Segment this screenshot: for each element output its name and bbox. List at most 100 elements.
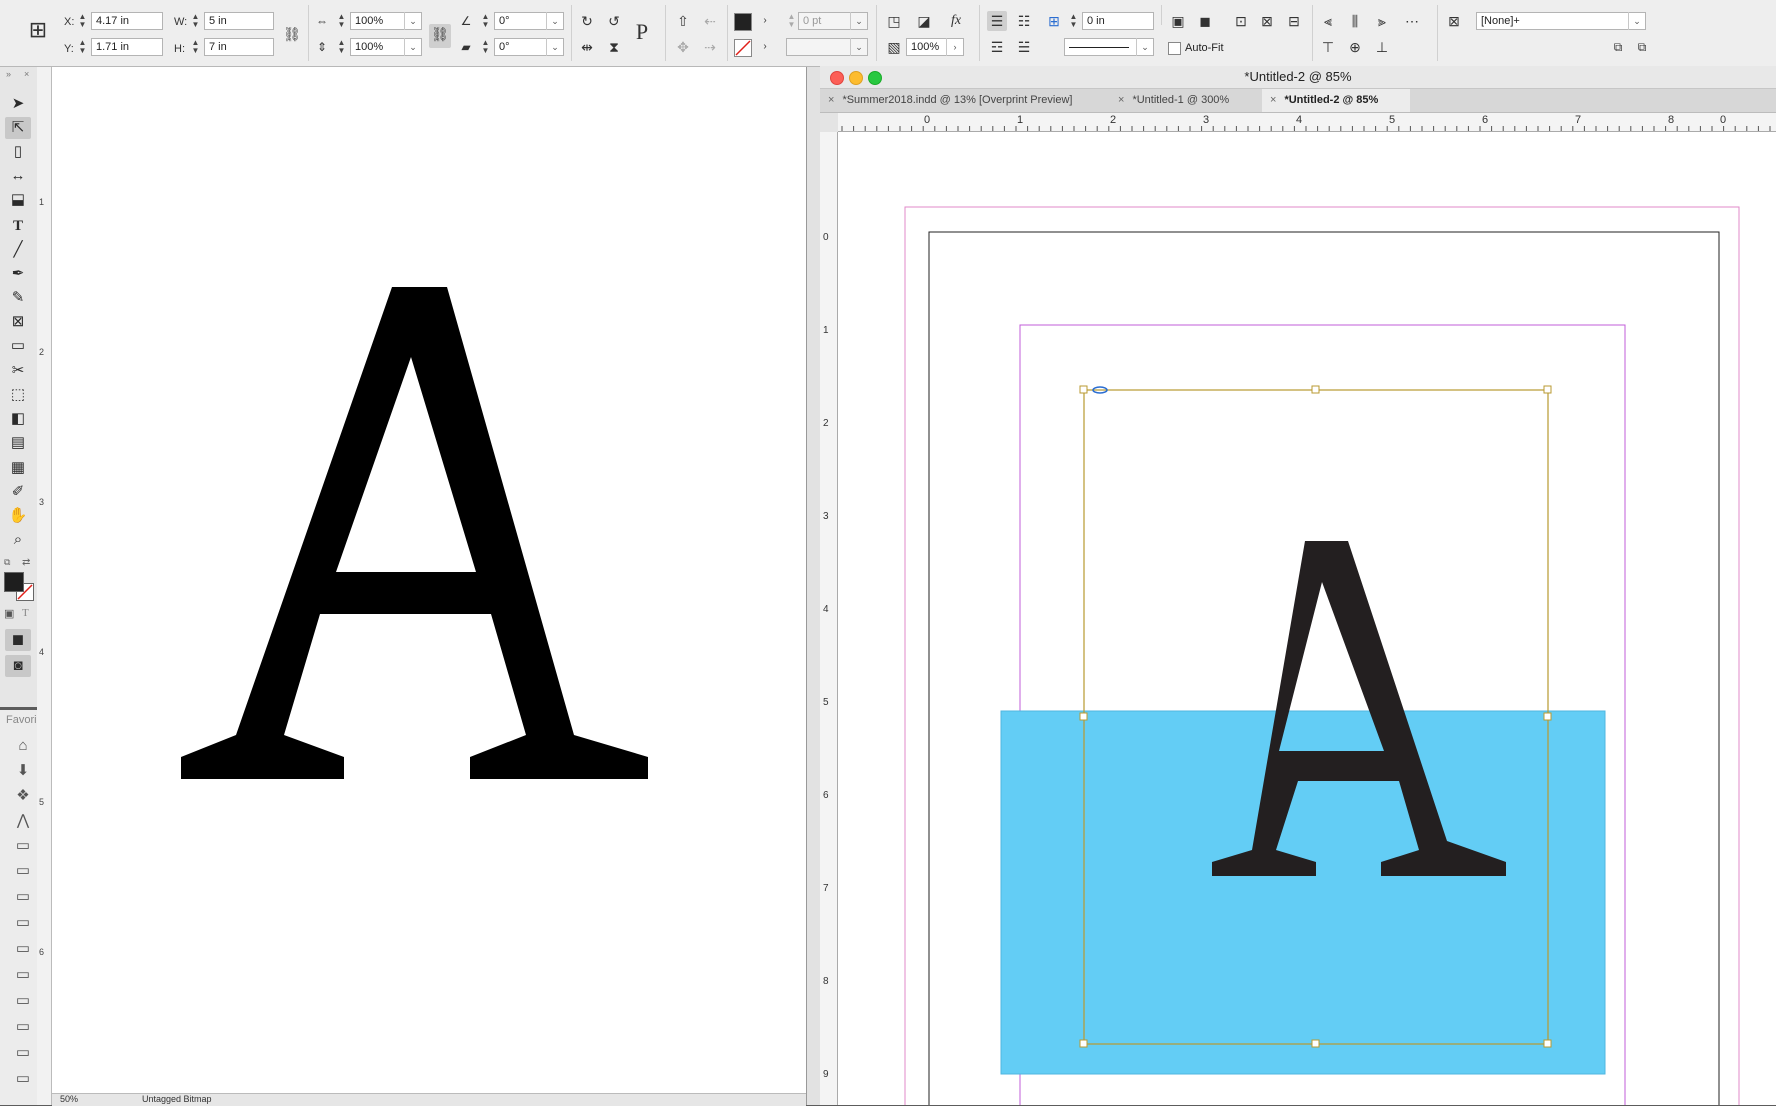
shear-field[interactable]: 0° ⌄ [494,38,564,56]
zoom-window-icon[interactable] [868,71,882,85]
hand-tool-icon[interactable]: ✋ [5,505,31,527]
shadow-box-icon[interactable]: ◪ [914,11,934,31]
scale-x-stepper-icon[interactable]: ▲ ▼ [336,13,347,31]
minimize-window-icon[interactable] [849,71,863,85]
align-bottom-edges-icon[interactable]: ⊥ [1372,37,1392,57]
folder-icon[interactable]: ▭ [10,964,36,986]
resize-handle[interactable] [1543,1039,1552,1048]
fit-proportionally-icon[interactable]: ⊟ [1284,11,1304,31]
chevron-down-icon[interactable]: ⌄ [404,12,421,30]
chevron-down-icon[interactable]: ⌄ [546,38,563,56]
free-transform-tool-icon[interactable]: ⬚ [5,384,31,406]
resize-handle[interactable] [1543,385,1552,394]
formatting-container-icon[interactable]: ▣ [4,607,14,620]
resize-handle[interactable] [1079,712,1088,721]
path-type-icon[interactable]: P [632,21,652,43]
collapse-panel-icon[interactable]: » [6,69,11,79]
scale-y-stepper-icon[interactable]: ▲ ▼ [336,39,347,57]
text-wrap-shape-icon[interactable]: ☲ [987,37,1007,57]
effects-fx-icon[interactable]: fx [946,11,966,31]
offset-field[interactable]: 0 in [1082,12,1154,30]
chevron-down-icon[interactable]: ⌄ [546,12,563,30]
object-style-icon[interactable]: ⊠ [1444,11,1464,31]
grid-columns-icon[interactable]: ⊞ [1044,11,1064,31]
pencil-tool-icon[interactable]: ✎ [5,287,31,309]
close-window-icon[interactable] [830,71,844,85]
glyph-a-large[interactable] [52,67,806,1093]
reference-point-icon[interactable]: ⊞ [24,19,52,48]
desktop-icon[interactable]: ▭ [10,835,36,857]
select-previous-icon[interactable]: ⇠ [700,11,720,31]
fill-swatch[interactable] [734,13,752,31]
folder-icon[interactable]: ▭ [10,1042,36,1064]
constrain-link-icon[interactable]: ⛓ [282,24,302,44]
close-panel-icon[interactable]: × [24,69,29,79]
text-wrap-none-icon[interactable]: ☰ [987,11,1007,31]
opacity-field[interactable]: 100% › [906,38,964,56]
tab-summer2018[interactable]: × *Summer2018.indd @ 13% [Overprint Previ… [820,89,1090,112]
folder-icon[interactable]: ▭ [10,860,36,882]
rotate-stepper-icon[interactable]: ▲ ▼ [480,13,491,31]
page-tool-icon[interactable]: ▯ [5,141,31,163]
fill-frame-icon[interactable]: ⊠ [1257,11,1277,31]
stroke-type-field[interactable]: ⌄ [786,38,868,56]
chevron-down-icon[interactable]: ⌄ [1628,12,1645,30]
gradient-swatch-tool-icon[interactable]: ◧ [5,408,31,430]
zoom-tool-icon[interactable]: ⌕ [5,529,31,551]
pen-tool-icon[interactable]: ✒ [5,263,31,285]
object-style-dropdown[interactable]: [None]+ ⌄ [1476,12,1646,30]
folder-icon[interactable]: ▭ [10,1068,36,1090]
formatting-text-icon[interactable]: T [22,607,29,619]
rectangle-tool-icon[interactable]: ▭ [5,335,31,357]
flip-vertical-icon[interactable]: ⧗ [604,37,624,57]
home-icon[interactable]: ⌂ [10,735,36,757]
stroke-weight-stepper-icon[interactable]: ▲ ▼ [786,13,797,31]
folder-icon[interactable]: ▭ [10,886,36,908]
line-tool-icon[interactable]: ╱ [5,239,31,261]
selection-tool-icon[interactable]: ➤ [5,93,31,115]
distribute-icon[interactable]: ⋯ [1402,11,1422,31]
folder-icon[interactable]: ▭ [10,912,36,934]
swap-colors-icon[interactable]: ⇄ [22,557,30,568]
downloads-icon[interactable]: ⬇ [10,760,36,782]
type-tool-icon[interactable]: T [5,215,31,237]
offset-stepper-icon[interactable]: ▲ ▼ [1068,13,1079,31]
stroke-swatch[interactable] [734,39,752,57]
select-content-icon[interactable]: ✥ [673,37,693,57]
chevron-down-icon[interactable]: ⌄ [404,38,421,56]
resize-handle[interactable] [1543,712,1552,721]
y-field[interactable]: 1.71 in [91,38,163,56]
document-canvas[interactable] [838,132,1776,1105]
screen-mode-icon[interactable]: ◙ [5,655,31,677]
align-horizontal-centers-icon[interactable]: ⫼ [1345,11,1365,31]
stroke-dropdown-icon[interactable]: › [755,37,775,57]
direct-selection-tool-icon[interactable]: ⇱ [5,117,31,139]
w-stepper-icon[interactable]: ▲ ▼ [190,13,201,31]
chevron-down-icon[interactable]: ⌄ [850,38,867,56]
w-field[interactable]: 5 in [204,12,274,30]
align-top-edges-icon[interactable]: ⊤ [1318,37,1338,57]
chevron-down-icon[interactable]: ⌄ [850,12,867,30]
gradient-feather-tool-icon[interactable]: ▤ [5,432,31,454]
folder-icon[interactable]: ▭ [10,938,36,960]
eyedropper-tool-icon[interactable]: ✐ [5,481,31,503]
close-tab-icon[interactable]: × [828,94,834,106]
fill-dropdown-icon[interactable]: › [755,11,775,31]
zoom-level[interactable]: 50% [60,1094,78,1104]
note-tool-icon[interactable]: ▦ [5,457,31,479]
resize-handle[interactable] [1079,1039,1088,1048]
folder-icon[interactable]: ▭ [10,1016,36,1038]
left-document-canvas[interactable] [52,67,806,1093]
folder-icon[interactable]: ▭ [10,990,36,1012]
style-options-icon[interactable]: ⧉ [1632,37,1652,57]
h-field[interactable]: 7 in [204,38,274,56]
x-field[interactable]: 4.17 in [91,12,163,30]
window-title-bar[interactable]: *Untitled-2 @ 85% [820,66,1776,89]
rotate-field[interactable]: 0° ⌄ [494,12,564,30]
dropbox-icon[interactable]: ❖ [10,785,36,807]
drop-shadow-icon[interactable]: ◳ [884,11,904,31]
y-stepper-icon[interactable]: ▲ ▼ [77,39,88,57]
scale-x-field[interactable]: 100% ⌄ [350,12,422,30]
x-stepper-icon[interactable]: ▲ ▼ [77,13,88,31]
fit-content-frame-icon[interactable]: ▣ [1168,11,1188,31]
